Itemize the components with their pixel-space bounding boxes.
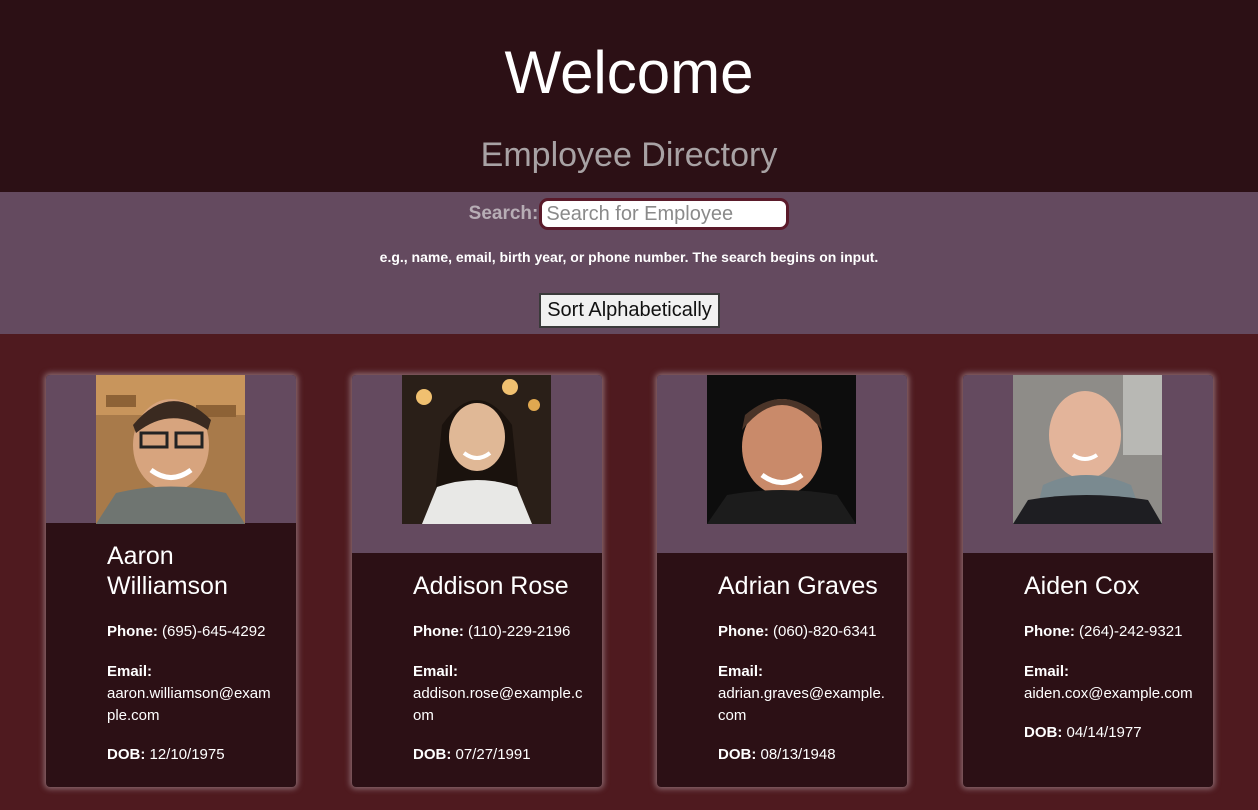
search-hint: e.g., name, email, birth year, or phone …	[379, 249, 879, 265]
search-row: Search:	[0, 198, 1258, 230]
dob-field: DOB: 08/13/1948	[718, 744, 888, 766]
email-value: adrian.graves@example.com	[718, 685, 885, 724]
dob-label: DOB:	[107, 746, 146, 763]
dob-label: DOB:	[1024, 724, 1063, 741]
page-subtitle: Employee Directory	[480, 136, 778, 174]
email-field: Email: addison.rose@example.com	[413, 661, 583, 727]
employee-photo	[707, 375, 856, 524]
phone-field: Phone: (695)-645-4292	[107, 621, 277, 643]
email-field: Email: aaron.williamson@example.com	[107, 661, 277, 727]
dob-value: 08/13/1948	[760, 746, 836, 763]
dob-field: DOB: 12/10/1975	[107, 744, 277, 766]
card-details: Addison Rose Phone: (110)-229-2196 Email…	[352, 571, 602, 766]
employee-card: Adrian Graves Phone: (060)-820-6341 Emai…	[657, 375, 907, 787]
email-field: Email: aiden.cox@example.com	[1024, 661, 1194, 705]
dob-value: 07/27/1991	[455, 746, 531, 763]
email-label: Email:	[107, 663, 153, 680]
dob-value: 04/14/1977	[1066, 724, 1142, 741]
card-photo-area	[352, 375, 602, 553]
employee-photo	[96, 375, 245, 524]
email-label: Email:	[413, 663, 459, 680]
employee-name: Aaron Williamson	[107, 542, 228, 600]
employee-card: Aaron Williamson Phone: (695)-645-4292 E…	[46, 375, 296, 787]
phone-value: (060)-820-6341	[773, 623, 877, 640]
phone-field: Phone: (110)-229-2196	[413, 621, 583, 643]
dob-field: DOB: 07/27/1991	[413, 744, 583, 766]
employee-name: Adrian Graves	[718, 572, 878, 600]
dob-label: DOB:	[718, 746, 757, 763]
phone-value: (695)-645-4292	[162, 623, 266, 640]
email-label: Email:	[718, 663, 764, 680]
phone-label: Phone:	[718, 623, 769, 640]
email-label: Email:	[1024, 663, 1070, 680]
employee-card: Aiden Cox Phone: (264)-242-9321 Email: a…	[963, 375, 1213, 787]
search-label: Search:	[468, 203, 539, 224]
employee-photo	[402, 375, 551, 524]
card-photo-area	[963, 375, 1213, 553]
employee-card: Addison Rose Phone: (110)-229-2196 Email…	[352, 375, 602, 787]
phone-field: Phone: (060)-820-6341	[718, 621, 888, 643]
employee-name: Addison Rose	[413, 572, 569, 600]
card-photo-area	[657, 375, 907, 553]
email-value: aiden.cox@example.com	[1024, 685, 1193, 702]
card-details: Aaron Williamson Phone: (695)-645-4292 E…	[46, 541, 296, 766]
email-value: aaron.williamson@example.com	[107, 685, 271, 724]
phone-label: Phone:	[107, 623, 158, 640]
phone-value: (264)-242-9321	[1079, 623, 1183, 640]
dob-label: DOB:	[413, 746, 452, 763]
dob-value: 12/10/1975	[149, 746, 225, 763]
email-field: Email: adrian.graves@example.com	[718, 661, 888, 727]
sort-alphabetically-button[interactable]: Sort Alphabetically	[539, 293, 720, 328]
page-title: Welcome	[504, 39, 754, 106]
card-details: Adrian Graves Phone: (060)-820-6341 Emai…	[657, 571, 907, 766]
phone-value: (110)-229-2196	[468, 623, 571, 640]
employee-cards: Aaron Williamson Phone: (695)-645-4292 E…	[0, 334, 1258, 810]
phone-label: Phone:	[413, 623, 464, 640]
employee-name: Aiden Cox	[1024, 572, 1140, 600]
phone-field: Phone: (264)-242-9321	[1024, 621, 1194, 643]
page-header: Welcome Employee Directory	[0, 0, 1258, 192]
employee-photo	[1013, 375, 1162, 524]
card-photo-area	[46, 375, 296, 524]
search-input[interactable]	[539, 198, 790, 230]
phone-label: Phone:	[1024, 623, 1075, 640]
dob-field: DOB: 04/14/1977	[1024, 722, 1194, 744]
card-details: Aiden Cox Phone: (264)-242-9321 Email: a…	[963, 571, 1213, 744]
search-section: Search: e.g., name, email, birth year, o…	[0, 192, 1258, 334]
email-value: addison.rose@example.com	[413, 685, 583, 724]
